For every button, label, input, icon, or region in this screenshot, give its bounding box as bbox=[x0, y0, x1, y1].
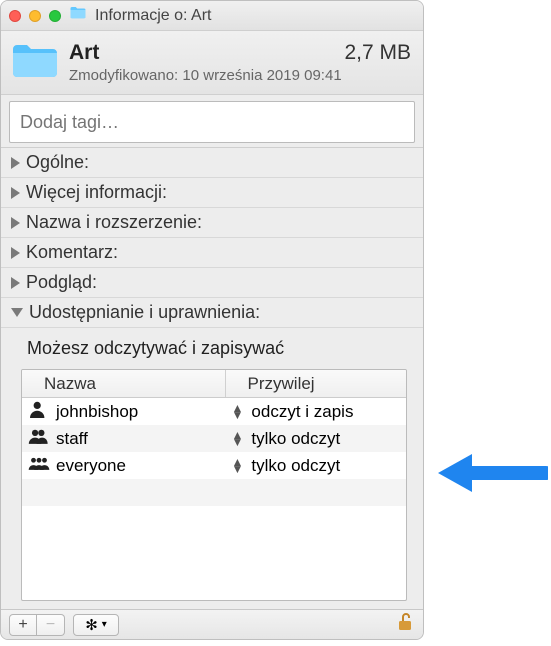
disclosure-icon bbox=[11, 217, 20, 229]
section-name-ext[interactable]: Nazwa i rozszerzenie: bbox=[1, 208, 423, 238]
section-label: Ogólne: bbox=[26, 152, 89, 173]
stepper-icon[interactable]: ▲▼ bbox=[232, 405, 244, 419]
section-sharing[interactable]: Udostępnianie i uprawnienia: bbox=[1, 298, 423, 328]
permissions-table: Nazwa Przywilej johnbishop ▲▼ odczyt i z… bbox=[21, 369, 407, 601]
lock-icon[interactable] bbox=[397, 612, 415, 637]
section-label: Więcej informacji: bbox=[26, 182, 167, 203]
section-general[interactable]: Ogólne: bbox=[1, 148, 423, 178]
info-window: Informacje o: Art Art 2,7 MB Zmodyfikowa… bbox=[0, 0, 424, 640]
disclosure-icon bbox=[11, 277, 20, 289]
section-label: Komentarz: bbox=[26, 242, 118, 263]
sections: Ogólne: Więcej informacji: Nazwa i rozsz… bbox=[1, 148, 423, 328]
sharing-message: Możesz odczytywać i zapisywać bbox=[27, 338, 407, 359]
chevron-down-icon: ▾ bbox=[102, 619, 107, 630]
minimize-button[interactable] bbox=[29, 10, 41, 22]
disclosure-icon bbox=[11, 187, 20, 199]
folder-icon bbox=[69, 4, 87, 27]
stepper-icon[interactable]: ▲▼ bbox=[232, 459, 244, 473]
people-icon bbox=[28, 427, 50, 450]
titlebar: Informacje o: Art bbox=[1, 1, 423, 31]
footer-toolbar: + − ✻ ▾ bbox=[1, 609, 423, 639]
table-row[interactable]: everyone ▲▼ tylko odczyt bbox=[22, 452, 406, 479]
disclosure-icon bbox=[11, 247, 20, 259]
column-privilege[interactable]: Przywilej bbox=[226, 370, 406, 397]
person-icon bbox=[28, 400, 50, 423]
table-row-empty bbox=[22, 479, 406, 506]
sharing-body: Możesz odczytywać i zapisywać Nazwa Przy… bbox=[1, 328, 423, 609]
section-label: Podgląd: bbox=[26, 272, 97, 293]
tags-input[interactable] bbox=[9, 101, 415, 143]
zoom-button[interactable] bbox=[49, 10, 61, 22]
table-row-empty bbox=[22, 506, 406, 533]
item-modified: Zmodyfikowano: 10 września 2019 09:41 bbox=[69, 67, 411, 84]
user-privilege: tylko odczyt bbox=[251, 429, 340, 449]
section-preview[interactable]: Podgląd: bbox=[1, 268, 423, 298]
table-row[interactable]: staff ▲▼ tylko odczyt bbox=[22, 425, 406, 452]
user-name: staff bbox=[56, 429, 88, 449]
add-button[interactable]: + bbox=[9, 614, 37, 636]
disclosure-icon bbox=[11, 157, 20, 169]
section-comments[interactable]: Komentarz: bbox=[1, 238, 423, 268]
permissions-rows: johnbishop ▲▼ odczyt i zapis staff bbox=[22, 398, 406, 600]
column-name[interactable]: Nazwa bbox=[22, 370, 226, 397]
user-name: everyone bbox=[56, 456, 126, 476]
user-privilege: tylko odczyt bbox=[251, 456, 340, 476]
window-title: Informacje o: Art bbox=[95, 7, 212, 25]
gear-icon: ✻ bbox=[85, 616, 98, 634]
section-more-info[interactable]: Więcej informacji: bbox=[1, 178, 423, 208]
user-name: johnbishop bbox=[56, 402, 138, 422]
table-row[interactable]: johnbishop ▲▼ odczyt i zapis bbox=[22, 398, 406, 425]
group-icon bbox=[28, 454, 50, 477]
folder-icon-large bbox=[11, 41, 59, 86]
header: Art 2,7 MB Zmodyfikowano: 10 września 20… bbox=[1, 31, 423, 95]
item-name: Art bbox=[69, 41, 99, 65]
section-label: Udostępnianie i uprawnienia: bbox=[29, 302, 260, 323]
close-button[interactable] bbox=[9, 10, 21, 22]
action-menu-button[interactable]: ✻ ▾ bbox=[73, 614, 119, 636]
user-privilege: odczyt i zapis bbox=[251, 402, 353, 422]
section-label: Nazwa i rozszerzenie: bbox=[26, 212, 202, 233]
window-controls bbox=[9, 10, 61, 22]
permissions-header: Nazwa Przywilej bbox=[22, 370, 406, 398]
tags-field-wrap bbox=[1, 95, 423, 148]
callout-arrow-icon bbox=[438, 448, 548, 503]
remove-button[interactable]: − bbox=[37, 614, 65, 636]
disclosure-icon bbox=[11, 308, 23, 317]
item-size: 2,7 MB bbox=[344, 41, 411, 65]
stepper-icon[interactable]: ▲▼ bbox=[232, 432, 244, 446]
